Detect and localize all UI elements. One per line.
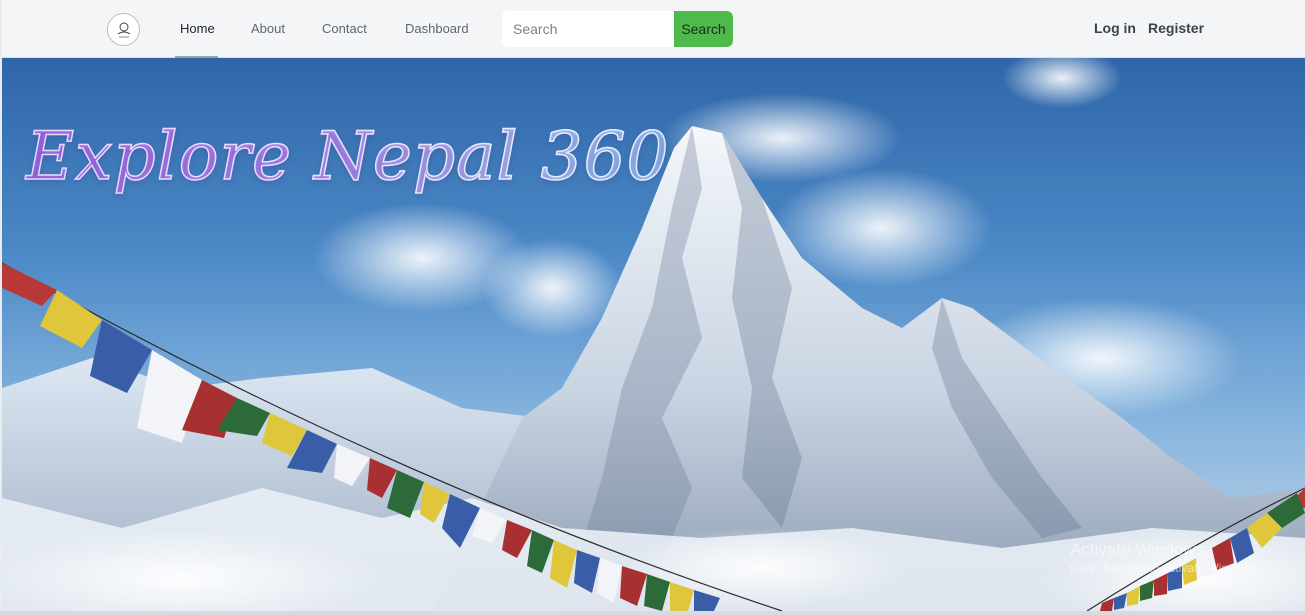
register-link[interactable]: Register xyxy=(1148,20,1204,36)
search-button[interactable]: Search xyxy=(674,11,733,47)
nav-link-dashboard[interactable]: Dashboard xyxy=(405,21,469,36)
login-link[interactable]: Log in xyxy=(1094,20,1136,36)
top-navbar: Home About Contact Dashboard Search Log … xyxy=(2,0,1305,58)
site-logo[interactable] xyxy=(107,13,140,46)
activate-windows-watermark: Activate Windows Go to Settings to activ… xyxy=(1070,540,1259,576)
search-form: Search xyxy=(502,11,733,47)
watermark-title: Activate Windows xyxy=(1070,540,1205,559)
hero-title: Explore Nepal 360 xyxy=(25,117,670,196)
nav-link-about[interactable]: About xyxy=(251,21,285,36)
nav-link-home[interactable]: Home xyxy=(180,21,215,36)
page-bottom-edge xyxy=(0,611,1305,615)
hero-banner: Explore Nepal 360 Activate Windows Go to… xyxy=(2,58,1305,611)
search-input[interactable] xyxy=(502,11,674,47)
logo-emblem-icon xyxy=(117,22,130,37)
watermark-subtitle: Go to Settings to activate Windows. xyxy=(1070,561,1260,575)
nav-link-contact[interactable]: Contact xyxy=(322,21,367,36)
